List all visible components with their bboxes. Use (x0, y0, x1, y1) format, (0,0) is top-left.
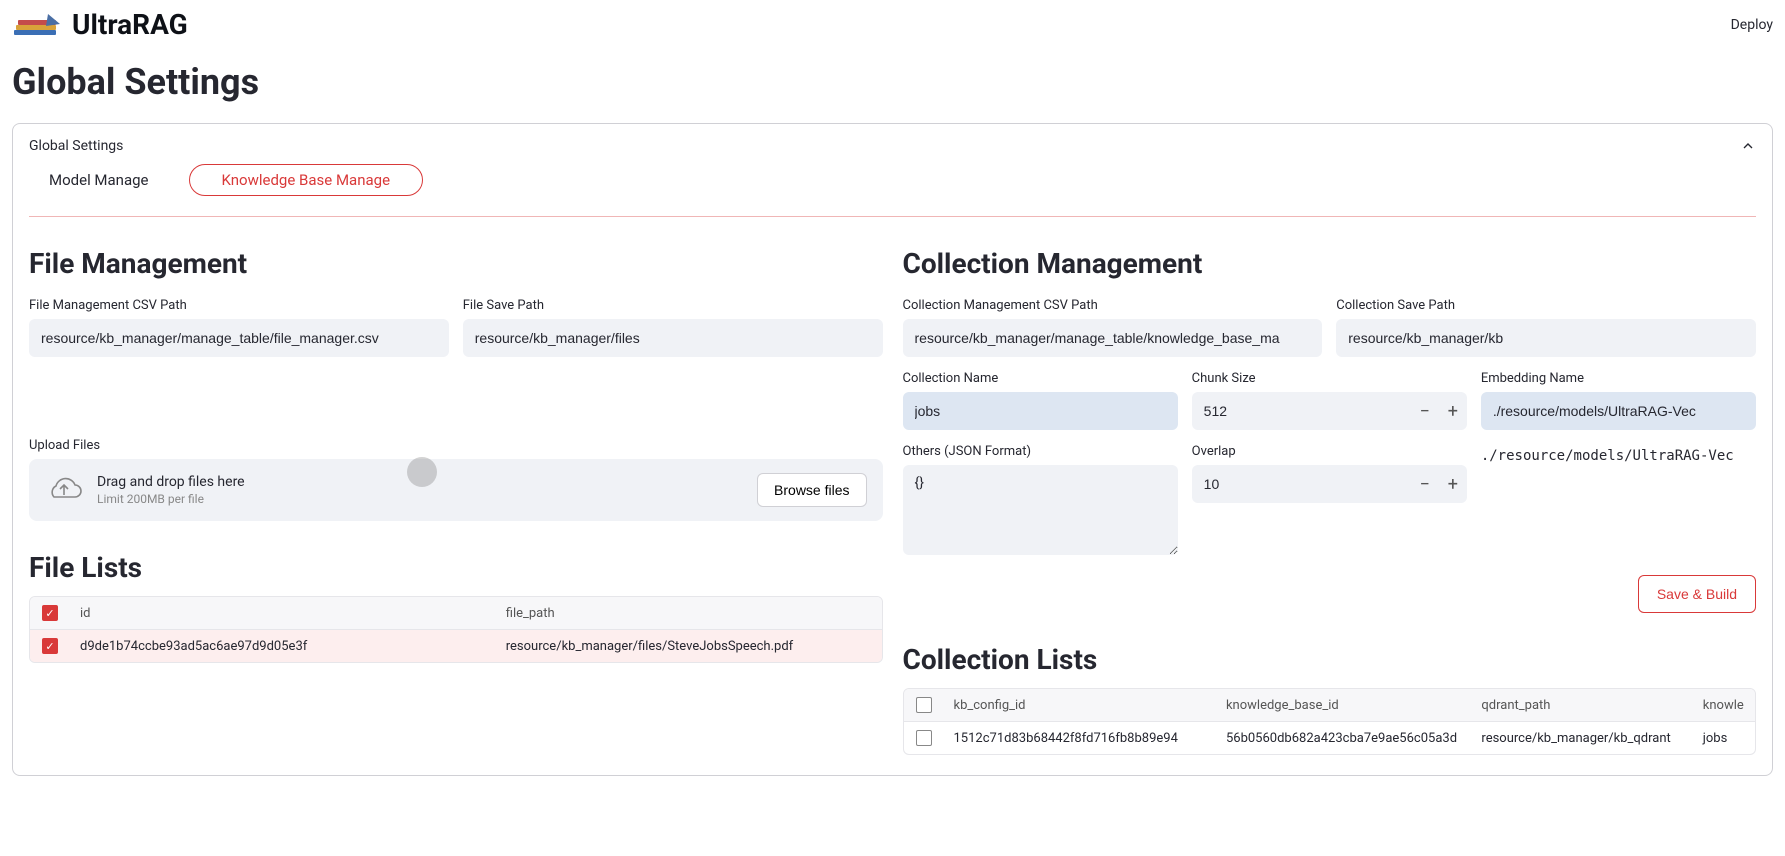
chevron-up-icon (1740, 138, 1756, 154)
col-knowledge[interactable]: knowle (1693, 690, 1755, 721)
chunk-size-increment[interactable]: + (1439, 392, 1467, 430)
col-file-path[interactable]: file_path (496, 598, 882, 629)
cell-knowledge-base-id: 56b0560db682a423cba7e9ae56c05a3d (1216, 723, 1471, 754)
file-management-heading: File Management (29, 247, 883, 280)
expander-header[interactable]: Global Settings (29, 136, 1756, 164)
collection-mgmt-csv-input[interactable] (903, 319, 1323, 357)
brand-text: UltraRAG (72, 8, 188, 41)
collection-save-path-input[interactable] (1336, 319, 1756, 357)
col-qdrant-path[interactable]: qdrant_path (1471, 690, 1692, 721)
file-save-path-label: File Save Path (463, 298, 883, 313)
embedding-name-label: Embedding Name (1481, 371, 1756, 386)
collection-save-path-label: Collection Save Path (1336, 298, 1756, 313)
cell-id: d9de1b74ccbe93ad5ac6ae97d9d05e3f (70, 631, 496, 662)
chunk-size-input[interactable] (1192, 403, 1411, 419)
table-header: id file_path (30, 597, 882, 629)
overlap-label: Overlap (1192, 444, 1467, 459)
deploy-link[interactable]: Deploy (1731, 17, 1773, 33)
overlap-input[interactable] (1192, 476, 1411, 492)
table-row[interactable]: d9de1b74ccbe93ad5ac6ae97d9d05e3f resourc… (30, 629, 882, 662)
overlap-increment[interactable]: + (1439, 465, 1467, 503)
upload-files-label: Upload Files (29, 438, 100, 453)
file-lists-heading: File Lists (29, 551, 883, 584)
overlap-decrement[interactable]: − (1411, 465, 1439, 503)
expander-label: Global Settings (29, 138, 123, 154)
cell-qdrant-path: resource/kb_manager/kb_qdrant (1471, 723, 1692, 754)
table-row[interactable]: 1512c71d83b68442f8fd716fb8b89e94 56b0560… (904, 721, 1756, 754)
browse-files-button[interactable]: Browse files (757, 473, 866, 507)
embedding-path-display: ./resource/models/UltraRAG-Vec (1481, 444, 1756, 464)
cell-knowledge: jobs (1693, 723, 1755, 754)
file-mgmt-csv-label: File Management CSV Path (29, 298, 449, 313)
collection-lists-table: kb_config_id knowledge_base_id qdrant_pa… (903, 688, 1757, 755)
tabs: Model Manage Knowledge Base Manage (29, 164, 1756, 217)
books-icon (12, 10, 64, 40)
cell-kb-config-id: 1512c71d83b68442f8fd716fb8b89e94 (944, 723, 1216, 754)
dropzone-title: Drag and drop files here (97, 474, 743, 490)
select-all-checkbox[interactable] (42, 605, 58, 621)
tab-model-manage[interactable]: Model Manage (49, 165, 149, 195)
row-checkbox[interactable] (42, 638, 58, 654)
collection-name-label: Collection Name (903, 371, 1178, 386)
file-lists-table: id file_path d9de1b74ccbe93ad5ac6ae97d9d… (29, 596, 883, 663)
collection-lists-heading: Collection Lists (903, 643, 1757, 676)
collection-name-input[interactable] (903, 392, 1178, 430)
col-id[interactable]: id (70, 598, 496, 629)
file-save-path-input[interactable] (463, 319, 883, 357)
select-all-checkbox[interactable] (916, 697, 932, 713)
dropzone-subtitle: Limit 200MB per file (97, 492, 743, 506)
page-title: Global Settings (0, 49, 1785, 123)
collection-management-heading: Collection Management (903, 247, 1757, 280)
row-checkbox[interactable] (916, 730, 932, 746)
collection-mgmt-csv-label: Collection Management CSV Path (903, 298, 1323, 313)
cloud-upload-icon (45, 475, 83, 505)
brand-logo: UltraRAG (12, 8, 188, 41)
col-knowledge-base-id[interactable]: knowledge_base_id (1216, 690, 1471, 721)
file-dropzone[interactable]: Drag and drop files here Limit 200MB per… (29, 459, 883, 521)
chunk-size-decrement[interactable]: − (1411, 392, 1439, 430)
cell-file-path: resource/kb_manager/files/SteveJobsSpeec… (496, 631, 882, 662)
save-build-button[interactable]: Save & Build (1638, 575, 1756, 613)
tab-knowledge-base-manage[interactable]: Knowledge Base Manage (189, 164, 424, 196)
chunk-size-label: Chunk Size (1192, 371, 1467, 386)
others-json-input[interactable] (903, 465, 1178, 555)
embedding-name-input[interactable] (1481, 392, 1756, 430)
others-json-label: Others (JSON Format) (903, 444, 1178, 459)
settings-expander: Global Settings Model Manage Knowledge B… (12, 123, 1773, 776)
file-mgmt-csv-input[interactable] (29, 319, 449, 357)
table-header: kb_config_id knowledge_base_id qdrant_pa… (904, 689, 1756, 721)
col-kb-config-id[interactable]: kb_config_id (944, 690, 1216, 721)
